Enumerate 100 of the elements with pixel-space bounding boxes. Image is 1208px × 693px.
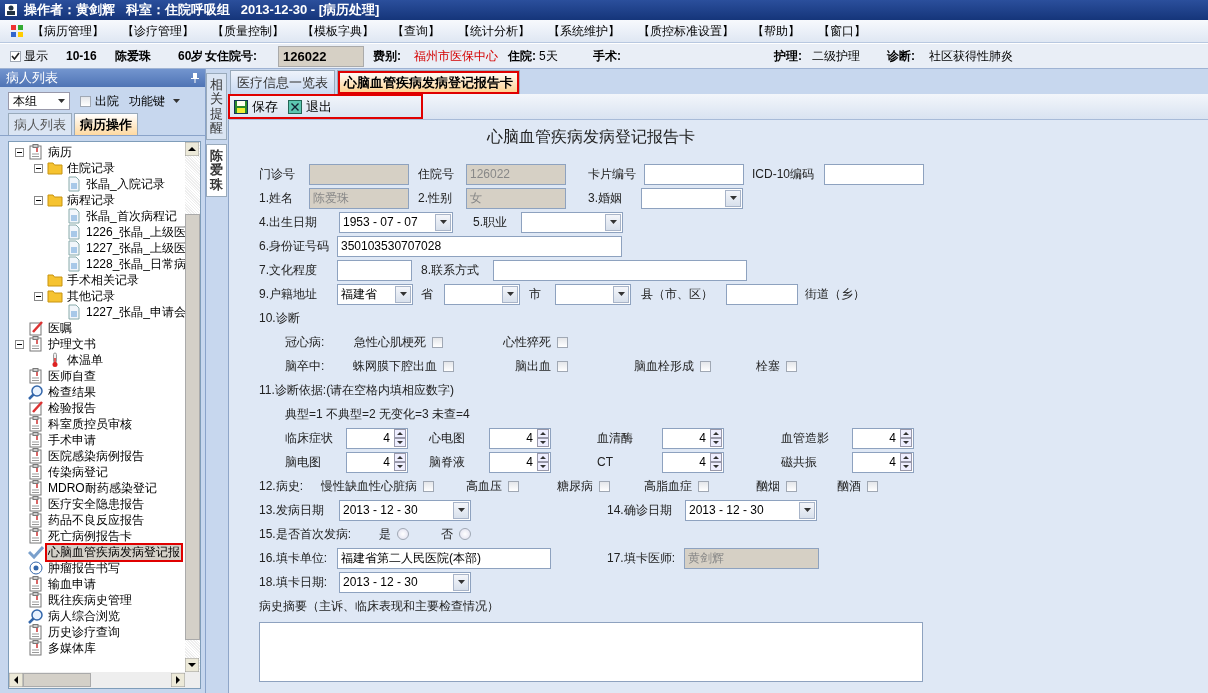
tree-item[interactable]: 护理文书 [47, 336, 97, 352]
menu-item[interactable]: 【窗口】 [818, 22, 866, 40]
checkbox[interactable] [443, 360, 454, 372]
menu-item[interactable]: 【统计分析】 [458, 22, 530, 40]
tree-item[interactable]: 输血申请 [47, 576, 97, 592]
tree-item[interactable]: 张晶_首次病程记 [85, 208, 178, 224]
text-field[interactable] [337, 259, 412, 281]
spin-box[interactable]: 4 [662, 451, 724, 473]
date-picker[interactable]: 2013 - 12 - 30 [339, 499, 471, 521]
dropdown[interactable]: 福建省 [337, 283, 413, 305]
tree-item[interactable]: 病人综合浏览 [47, 608, 121, 624]
menu-item[interactable]: 【病历管理】 [32, 22, 104, 40]
text-area[interactable] [259, 622, 923, 682]
collapse-icon[interactable] [34, 195, 43, 205]
save-button[interactable]: 保存 [234, 97, 278, 116]
menu-item[interactable]: 【模板字典】 [302, 22, 374, 40]
menu-item[interactable]: 【帮助】 [752, 22, 800, 40]
checkbox[interactable] [10, 50, 21, 62]
dropdown[interactable] [555, 283, 631, 305]
menu-item[interactable]: 【质量控制】 [212, 22, 284, 40]
tree-item[interactable]: 1228_张晶_日常病 [85, 256, 185, 272]
tree-item[interactable]: 医疗安全隐患报告 [47, 496, 145, 512]
menu-item[interactable]: 【系统维护】 [548, 22, 620, 40]
spin-box[interactable]: 4 [852, 451, 914, 473]
tree-item[interactable]: 检查结果 [47, 384, 97, 400]
scroll-thumb[interactable] [23, 673, 91, 687]
menu-item[interactable]: 【查询】 [392, 22, 440, 40]
spin-box[interactable]: 4 [346, 451, 408, 473]
vertical-tab[interactable]: 陈爱珠 [206, 144, 227, 198]
tree-item[interactable]: 医师自查 [47, 368, 97, 384]
group-dropdown[interactable]: 本组 [8, 92, 70, 110]
tree-item[interactable]: 手术相关记录 [66, 272, 140, 288]
checkbox[interactable] [867, 480, 878, 492]
checkbox[interactable] [786, 360, 797, 372]
spin-box[interactable]: 4 [489, 427, 551, 449]
dropdown[interactable] [521, 211, 623, 233]
menu-item[interactable]: 【诊疗管理】 [122, 22, 194, 40]
tree-item[interactable]: 其他记录 [66, 288, 116, 304]
spin-box[interactable]: 4 [346, 427, 408, 449]
tree-item[interactable]: 科室质控员审核 [47, 416, 133, 432]
tree-item[interactable]: 心脑血管疾病发病登记报 [47, 544, 181, 560]
dropdown[interactable] [444, 283, 520, 305]
text-field[interactable] [644, 163, 744, 185]
tree-item[interactable]: 死亡病例报告卡 [47, 528, 133, 544]
spin-box[interactable]: 4 [662, 427, 724, 449]
tree-item[interactable]: 医院感染病例报告 [47, 448, 145, 464]
collapse-icon[interactable] [15, 147, 24, 157]
function-key-dropdown[interactable]: 功能键 [129, 92, 180, 110]
tree-item[interactable]: 张晶_入院记录 [85, 176, 166, 192]
dropdown[interactable] [641, 187, 743, 209]
horizontal-scrollbar[interactable] [9, 672, 200, 688]
tree-item[interactable]: 1227_张晶_申请会 [85, 304, 185, 320]
checkbox[interactable] [557, 336, 568, 348]
tree-item[interactable]: 传染病登记 [47, 464, 109, 480]
vertical-scrollbar[interactable] [185, 142, 200, 672]
text-field[interactable]: 350103530707028 [337, 235, 622, 257]
tree-item[interactable]: 1227_张晶_上级医 [85, 240, 185, 256]
date-picker[interactable]: 2013 - 12 - 30 [339, 571, 471, 593]
date-picker[interactable]: 2013 - 12 - 30 [685, 499, 817, 521]
text-field[interactable] [493, 259, 747, 281]
tab[interactable]: 心脑血管疾病发病登记报告卡 [337, 70, 520, 94]
tree-item[interactable]: 既往疾病史管理 [47, 592, 133, 608]
tree-item[interactable]: 历史诊疗查询 [47, 624, 121, 640]
radio-button[interactable] [459, 528, 471, 540]
collapse-icon[interactable] [34, 291, 43, 301]
checkbox[interactable] [432, 336, 443, 348]
tree-item[interactable]: 多媒体库 [47, 640, 97, 656]
collapse-icon[interactable] [34, 163, 43, 173]
text-field[interactable] [726, 283, 798, 305]
checkbox[interactable] [80, 95, 91, 107]
tree-item[interactable]: 体温单 [66, 352, 104, 368]
scroll-thumb[interactable] [185, 214, 200, 640]
checkbox[interactable] [423, 480, 434, 492]
tree-item[interactable]: 病历 [47, 144, 73, 160]
collapse-icon[interactable] [15, 339, 24, 349]
spin-box[interactable]: 4 [489, 451, 551, 473]
checkbox[interactable] [508, 480, 519, 492]
tree-item[interactable]: 住院记录 [66, 160, 116, 176]
radio-button[interactable] [397, 528, 409, 540]
vertical-tab[interactable]: 相关提醒 [206, 73, 227, 141]
spin-box[interactable]: 4 [852, 427, 914, 449]
checkbox[interactable] [599, 480, 610, 492]
tree-item[interactable]: 检验报告 [47, 400, 97, 416]
tree-item[interactable]: 药品不良反应报告 [47, 512, 145, 528]
tab[interactable]: 医疗信息一览表 [230, 70, 335, 94]
date-picker[interactable]: 1953 - 07 - 07 [339, 211, 453, 233]
text-field[interactable] [824, 163, 924, 185]
tab[interactable]: 病人列表 [8, 113, 72, 135]
tab[interactable]: 病历操作 [74, 113, 138, 135]
tree-item[interactable]: 医嘱 [47, 320, 73, 336]
tree-item[interactable]: 手术申请 [47, 432, 97, 448]
tree-item[interactable]: 病程记录 [66, 192, 116, 208]
exit-button[interactable]: 退出 [288, 97, 332, 116]
menu-item[interactable]: 【质控标准设置】 [638, 22, 734, 40]
checkbox[interactable] [557, 360, 568, 372]
checkbox[interactable] [700, 360, 711, 372]
tree-item[interactable]: 1226_张晶_上级医 [85, 224, 185, 240]
checkbox[interactable] [698, 480, 709, 492]
text-field[interactable]: 福建省第二人民医院(本部) [337, 547, 551, 569]
tree-item[interactable]: MDRO耐药感染登记 [47, 480, 158, 496]
